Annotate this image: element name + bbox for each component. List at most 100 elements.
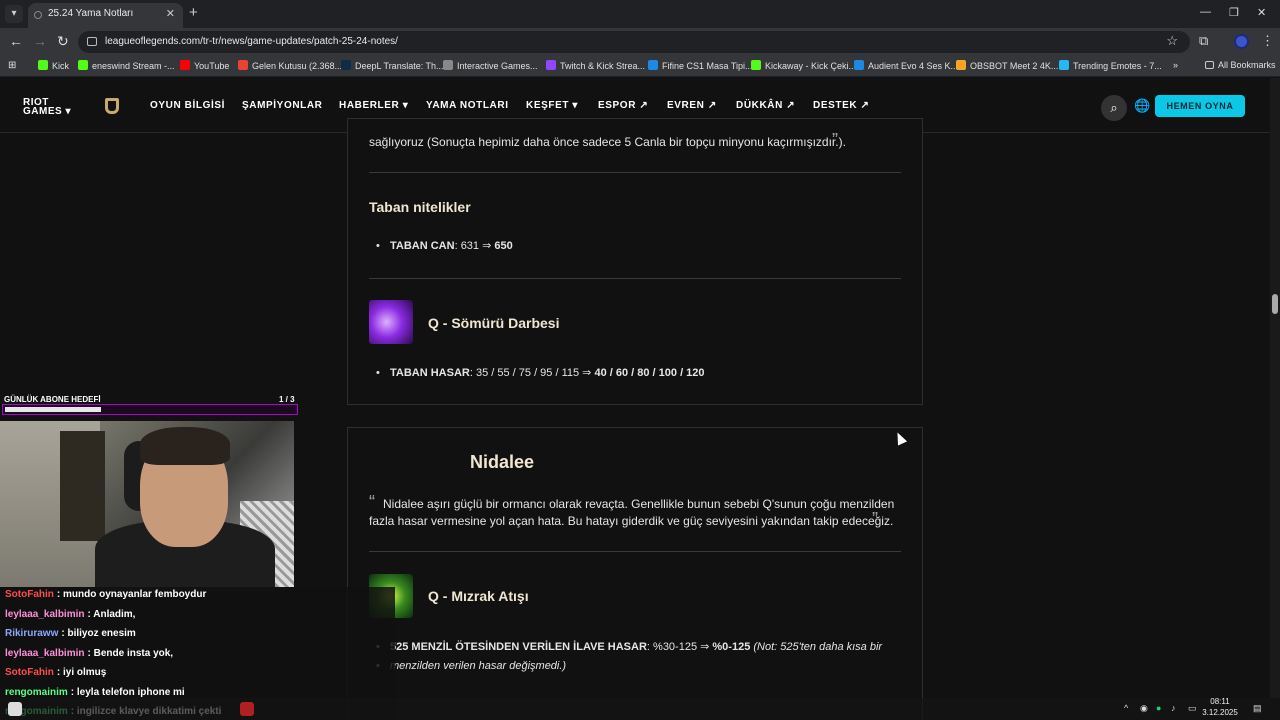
champion-name: Nidalee [470,452,535,472]
chat-text: : Anladim, [87,608,136,620]
menu-icon[interactable]: ⋮ [1261,33,1274,49]
new-tab-icon[interactable]: + [189,4,198,21]
chat-username: Rikiruraww [5,628,59,639]
quote-line-2: fazla hasar vermesine yol açan hata. Bu … [369,514,894,528]
play-now-button[interactable]: HEMEN OYNA [1155,95,1245,117]
divider [369,278,901,279]
nav-link[interactable]: YAMA NOTLARI [426,100,509,111]
tab-favicon-icon [34,11,42,19]
bookmark-item[interactable]: Interactive Games... [443,60,538,71]
bookmark-item[interactable]: Twitch & Kick Strea... [546,60,645,71]
bookmark-favicon-icon [443,60,453,70]
riot-games-logo[interactable]: RIOT GAMES ▾ [23,98,71,117]
bookmark-item[interactable]: Audient Evo 4 Ses K... [854,60,958,71]
bookmark-item[interactable]: Fifine CS1 Masa Tipi... [648,60,753,71]
site-info-icon[interactable] [87,37,97,46]
chat-text: : leyla telefon iphone mi [70,686,185,698]
quote-line-1: Nidalee aşırı güçlü bir ormancı olarak r… [383,497,895,511]
bookmark-favicon-icon [238,60,248,70]
volume-icon[interactable]: ♪ [1171,703,1176,713]
bookmark-favicon-icon [38,60,48,70]
quote-text: sağlıyoruz (Sonuçta hepimiz daha önce sa… [369,135,846,149]
bookmark-item[interactable]: eneswind Stream -... [78,60,175,71]
spotify-icon[interactable]: ● [1156,703,1161,713]
bookmarks-overflow-icon[interactable]: » [1173,60,1178,70]
bookmark-favicon-icon [78,60,88,70]
divider [369,172,901,173]
app-icon[interactable] [240,702,254,716]
stat-base-health: TABAN CAN: 631 ⇒ 650 [376,237,513,256]
bookmark-favicon-icon [546,60,556,70]
bookmark-favicon-icon [956,60,966,70]
tab-search-icon[interactable]: ▾ [5,5,23,23]
tab-strip: ▾ 25.24 Yama Notları ✕ + — ❐ ✕ [0,0,1280,28]
nav-link[interactable]: OYUN BİLGİSİ [150,100,225,111]
restore-icon[interactable]: ❐ [1229,6,1239,19]
minimize-icon[interactable]: — [1200,6,1211,18]
bookmark-item[interactable]: YouTube [180,60,229,71]
back-icon[interactable]: ← [9,33,23,49]
bookmark-item[interactable]: DeepL Translate: Th... [341,60,444,71]
start-icon[interactable] [8,702,22,716]
bookmark-item[interactable]: Gelen Kutusu (2.368... [238,60,342,71]
bookmark-favicon-icon [751,60,761,70]
tray-overflow-icon[interactable]: ^ [1124,703,1128,713]
bookmark-item[interactable]: Trending Emotes - 7... [1059,60,1162,71]
nav-link[interactable]: KEŞFET ▾ [526,100,578,111]
address-bar[interactable]: leagueoflegends.com/tr-tr/news/game-upda… [78,31,1190,53]
nav-link[interactable]: EVREN ↗ [667,100,717,111]
nav-link[interactable]: DESTEK ↗ [813,100,870,111]
search-icon[interactable]: ⌕ [1101,95,1127,121]
taskbar [0,698,1280,720]
tab-active[interactable]: 25.24 Yama Notları ✕ [28,3,183,28]
window-close-icon[interactable]: ✕ [1257,6,1266,19]
notifications-icon[interactable]: ▤ [1253,703,1262,714]
bookmark-favicon-icon [854,60,864,70]
all-bookmarks[interactable]: All Bookmarks [1205,60,1276,70]
profile-avatar[interactable] [1234,34,1249,49]
chat-username: SotoFahin [5,667,54,678]
chat-message: Rikiruraww: biliyoz enesim [5,628,136,639]
bookmark-item[interactable]: Kickaway - Kick Çeki... [751,60,856,71]
tab-close-icon[interactable]: ✕ [166,3,175,25]
bookmark-star-icon[interactable]: ☆ [1166,33,1178,49]
nav-link[interactable]: DÜKKÂN ↗ [736,100,795,111]
chat-message: SotoFahin: iyi olmuş [5,667,106,678]
bookmark-favicon-icon [180,60,190,70]
quote-close-mark: ” [832,130,838,150]
network-icon[interactable]: ▭ [1188,703,1197,714]
sub-goal-bar [2,404,298,415]
chat-username: leylaaa_kalbimin [5,608,85,620]
champion-card-previous [347,118,923,405]
bookmark-favicon-icon [1059,60,1069,70]
nav-link[interactable]: ESPOR ↗ [598,100,648,111]
language-globe-icon[interactable]: 🌐 [1134,98,1150,114]
chat-message: leylaaa_kalbimin: Bende insta yok, [5,648,173,659]
tab-title: 25.24 Yama Notları [48,8,134,19]
forward-icon[interactable]: → [33,33,47,49]
webcam-feed [0,421,294,591]
extensions-icon[interactable]: ⧉ [1199,33,1208,49]
page-scrollbar[interactable] [1270,78,1280,698]
nav-link[interactable]: ŞAMPİYONLAR [242,100,323,111]
ability-heading: Q - Sömürü Darbesi [428,315,560,331]
system-clock[interactable]: 08:11 3.12.2025 [1200,696,1240,718]
nav-link[interactable]: HABERLER ▾ [339,100,408,111]
apps-icon[interactable]: ⊞ [8,60,16,71]
reload-icon[interactable]: ↻ [57,33,69,49]
chat-message: SotoFahin: mundo oynayanlar femboydur [5,589,206,600]
url-text: leagueoflegends.com/tr-tr/news/game-upda… [105,36,398,47]
discord-icon[interactable]: ◉ [1140,703,1148,714]
bookmark-item[interactable]: OBSBOT Meet 2 4K... [956,60,1058,71]
stat-base-damage: TABAN HASAR: 35 / 55 / 75 / 95 / 115 ⇒ 4… [376,364,705,383]
chat-text: : mundo oynayanlar femboydur [56,589,207,600]
league-logo-icon[interactable] [105,98,119,114]
champion-card-nidalee [347,427,923,720]
scrollbar-thumb[interactable] [1272,294,1278,314]
bookmark-item[interactable]: Kick [38,60,69,71]
ability-heading: Q - Mızrak Atışı [428,588,529,604]
chat-text: : iyi olmuş [56,667,107,678]
chat-message: rengomainim: leyla telefon iphone mi [5,687,185,698]
bookmark-favicon-icon [341,60,351,70]
stat-bonus-damage: 525 MENZİL ÖTESİNDEN VERİLEN İLAVE HASAR… [376,638,890,657]
